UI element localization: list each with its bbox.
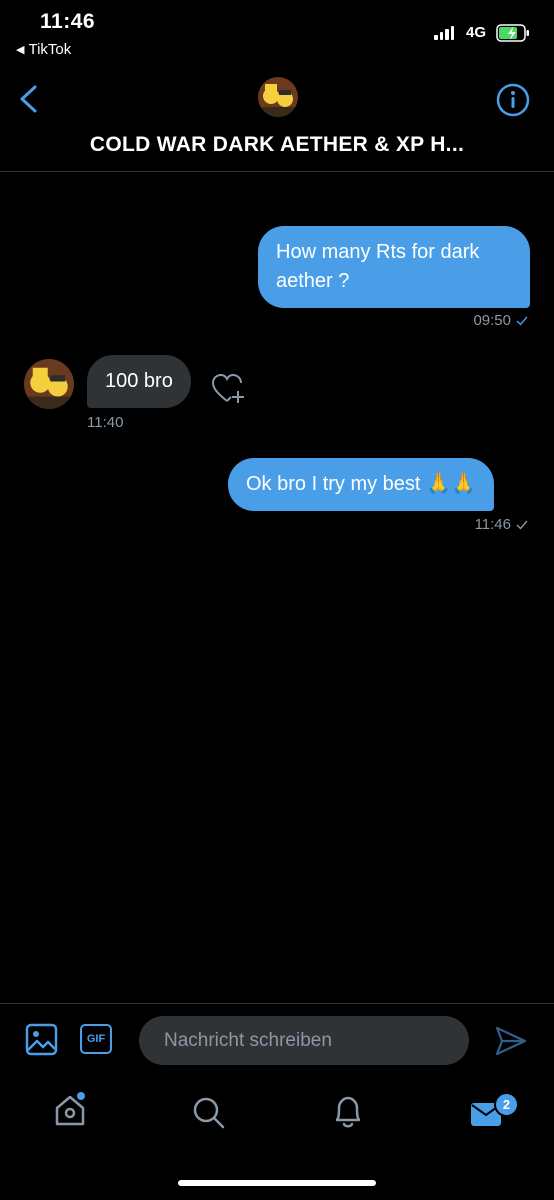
image-button[interactable] [25,1023,58,1061]
tab-search[interactable] [191,1095,227,1136]
timestamp-text: 09:50 [473,312,511,329]
back-to-app-link[interactable]: ◀ TikTok [16,41,71,58]
message-timestamp: 09:50 [473,312,528,329]
image-icon [25,1023,58,1056]
bell-icon [335,1096,361,1128]
info-button[interactable] [495,82,531,123]
sent-check-icon [516,520,528,530]
conversation-avatar[interactable] [258,77,298,117]
home-indicator[interactable] [178,1180,376,1186]
heart-plus-icon [211,373,244,403]
composer-divider [0,1003,554,1004]
send-icon [495,1026,527,1056]
chevron-left-icon [20,85,37,113]
gif-button[interactable]: GIF [80,1024,112,1054]
battery-charging-icon [496,22,532,49]
message-bubble: 100 bro [87,355,191,408]
back-button[interactable] [16,84,42,119]
avatar-image-icon [258,77,298,117]
message-bubble: Ok bro I try my best 🙏🙏 [228,458,494,511]
react-heart-button[interactable] [211,373,247,412]
sent-check-icon [516,316,528,326]
message-bubble: How many Rts for dark aether ? [258,226,530,308]
header-divider [0,171,554,172]
back-app-label: TikTok [28,41,72,58]
status-time: 11:46 [40,10,96,33]
messages-badge: 2 [494,1092,519,1117]
message-incoming-1[interactable]: 100 bro [87,355,191,408]
signal-icon [434,26,454,40]
timestamp-text: 11:46 [474,516,511,533]
back-triangle-icon: ◀ [16,44,25,56]
message-timestamp: 11:40 [87,414,124,431]
search-icon [193,1097,225,1129]
tab-notifications[interactable] [332,1094,364,1135]
tab-home[interactable] [52,1091,90,1134]
info-icon [496,83,530,117]
conversation-title: COLD WAR DARK AETHER & XP H... [89,133,465,156]
send-button[interactable] [494,1025,528,1062]
network-label: 4G [466,24,487,41]
message-timestamp: 11:46 [475,516,528,533]
home-icon [55,1092,85,1126]
message-outgoing-1[interactable]: How many Rts for dark aether ? [258,226,530,308]
sender-avatar[interactable] [24,359,74,409]
message-outgoing-2[interactable]: Ok bro I try my best 🙏🙏 [228,458,494,511]
avatar-image-icon [24,359,74,409]
message-input[interactable] [139,1016,469,1065]
